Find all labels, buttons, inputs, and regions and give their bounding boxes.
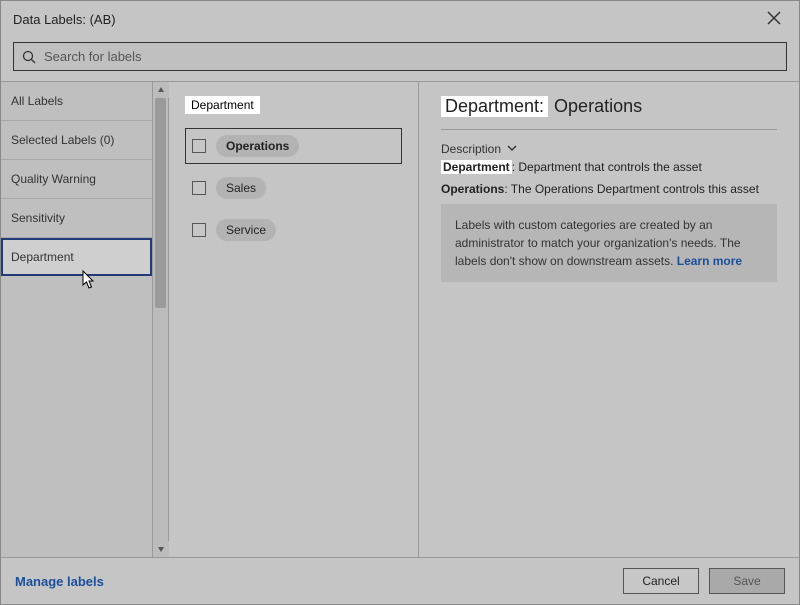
- detail-value: Operations: [554, 96, 642, 117]
- label-pill: Sales: [216, 177, 266, 199]
- checkbox[interactable]: [192, 223, 206, 237]
- labels-category-heading: Department: [185, 96, 260, 114]
- labels-panel: Department Operations Sales Service: [169, 82, 419, 557]
- learn-more-link[interactable]: Learn more: [677, 254, 742, 268]
- sidebar-item-sensitivity[interactable]: Sensitivity: [1, 199, 152, 238]
- search-bar[interactable]: [13, 42, 787, 71]
- value-desc-val: : The Operations Department controls thi…: [504, 182, 759, 196]
- label-row-service[interactable]: Service: [185, 212, 402, 248]
- dialog-body: All Labels Selected Labels (0) Quality W…: [1, 81, 799, 557]
- sidebar-item-label: Sensitivity: [11, 211, 65, 225]
- category-description: Department: Department that controls the…: [441, 160, 777, 174]
- sidebar-item-label: Department: [11, 250, 74, 264]
- detail-panel: Department: Operations Description Depar…: [419, 82, 799, 557]
- category-desc-val: : Department that controls the asset: [512, 160, 702, 174]
- search-input[interactable]: [44, 49, 778, 64]
- label-row-sales[interactable]: Sales: [185, 170, 402, 206]
- sidebar-item-label: Quality Warning: [11, 172, 96, 186]
- detail-heading: Department: Operations: [441, 96, 777, 130]
- description-toggle[interactable]: Description: [441, 142, 777, 156]
- sidebar: All Labels Selected Labels (0) Quality W…: [1, 82, 153, 557]
- checkbox[interactable]: [192, 181, 206, 195]
- sidebar-item-label: Selected Labels (0): [11, 133, 114, 147]
- dialog-footer: Manage labels Cancel Save: [1, 557, 799, 604]
- label-pill: Operations: [216, 135, 299, 157]
- sidebar-item-all-labels[interactable]: All Labels: [1, 82, 152, 121]
- scroll-up-icon[interactable]: [153, 82, 169, 98]
- manage-labels-link[interactable]: Manage labels: [15, 574, 104, 589]
- label-row-operations[interactable]: Operations: [185, 128, 402, 164]
- value-description: Operations: The Operations Department co…: [441, 182, 777, 196]
- detail-category: Department:: [441, 96, 548, 117]
- scroll-thumb[interactable]: [155, 98, 166, 308]
- search-icon: [22, 50, 36, 64]
- chevron-down-icon: [507, 142, 517, 156]
- sidebar-item-department[interactable]: Department: [1, 238, 152, 276]
- cancel-button[interactable]: Cancel: [623, 568, 699, 594]
- sidebar-item-label: All Labels: [11, 94, 63, 108]
- sidebar-scrollbar[interactable]: [153, 82, 169, 557]
- value-desc-key: Operations: [441, 182, 504, 196]
- footer-buttons: Cancel Save: [623, 568, 785, 594]
- sidebar-item-selected-labels[interactable]: Selected Labels (0): [1, 121, 152, 160]
- sidebar-item-quality-warning[interactable]: Quality Warning: [1, 160, 152, 199]
- close-icon[interactable]: [761, 9, 787, 30]
- category-desc-key: Department: [441, 160, 512, 174]
- save-button[interactable]: Save: [709, 568, 785, 594]
- checkbox[interactable]: [192, 139, 206, 153]
- scroll-down-icon[interactable]: [153, 541, 169, 557]
- label-pill: Service: [216, 219, 276, 241]
- info-box: Labels with custom categories are create…: [441, 204, 777, 282]
- dialog-title: Data Labels: (AB): [13, 12, 116, 27]
- description-toggle-label: Description: [441, 142, 501, 156]
- dialog-titlebar: Data Labels: (AB): [1, 1, 799, 38]
- data-labels-dialog: Data Labels: (AB) All Labels Selected La…: [0, 0, 800, 605]
